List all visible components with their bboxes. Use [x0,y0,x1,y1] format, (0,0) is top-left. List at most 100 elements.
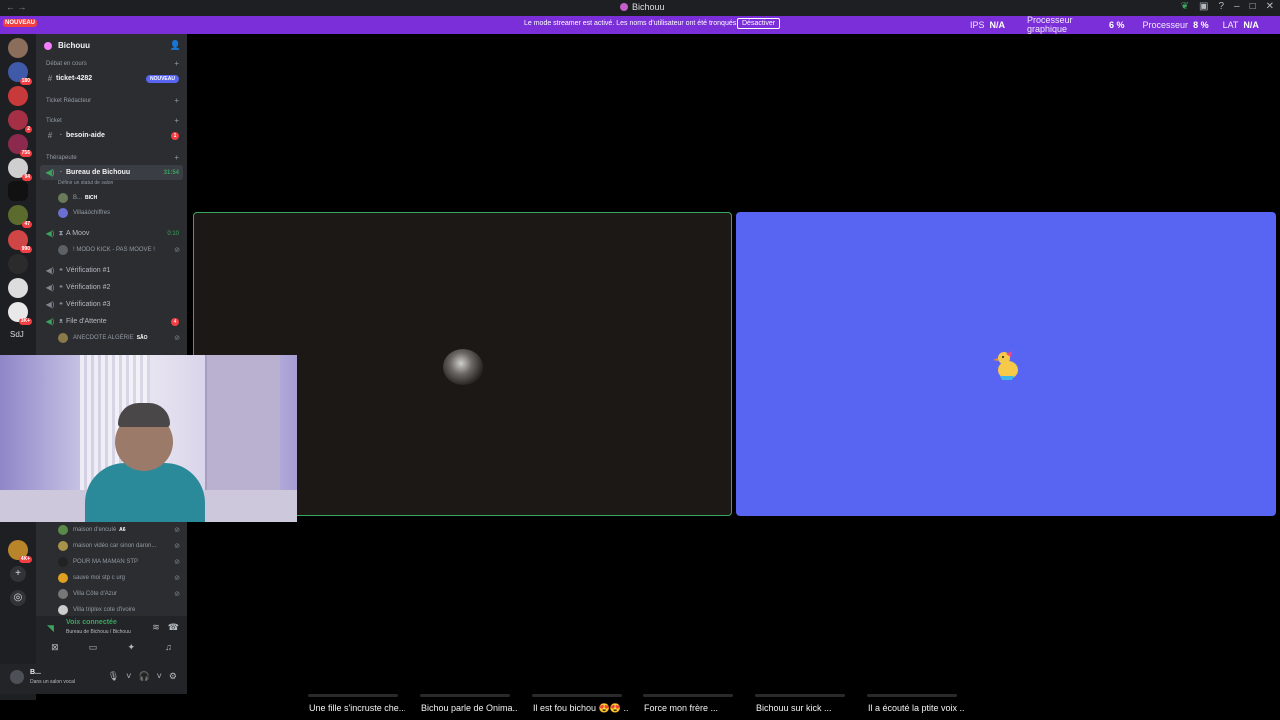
voice-member[interactable]: maison d'enculé A6 ⊘ [58,523,183,537]
voice-channel-bureau[interactable]: ◀) · Bureau de Bichouu 31:54 [40,165,183,180]
minimize-icon[interactable]: – [1234,1,1240,12]
chevron-down-icon[interactable]: ˅ [126,671,131,682]
streamer-message: Le mode streamer est activé. Les noms d'… [524,20,739,27]
soundboard-icon[interactable]: ♫ [165,642,172,653]
category-debat[interactable]: Débat en cours [46,61,87,67]
user-controls: 🎙 ˅ 🎧 ˅ ⚙ [108,671,177,682]
user-avatar[interactable] [10,670,24,684]
voice-channel-verif3[interactable]: ◀) ❝ Vérification #3 [40,297,183,312]
voice-member[interactable]: maison vidéo car sinon daron... ⊘ [58,539,183,553]
set-status-hint[interactable]: Définir un statut de salon [58,180,113,186]
activities-icon[interactable]: ✦ [127,642,135,653]
mic-icon[interactable]: 🎙 [108,671,119,682]
add-server-icon[interactable]: + [10,566,26,582]
voice-member[interactable]: POUR MA MAMAN STP ⊘ [58,555,183,569]
video-suggestion[interactable]: Une fille s'incruste che... [300,694,405,720]
avatar [58,605,68,615]
server-icon[interactable]: 180 [8,62,32,85]
stat-value: N/A [989,20,1006,30]
channel-ticket-4282[interactable]: # ticket-4282 NOUVEAU [40,71,183,86]
server-icon[interactable]: 4K+ [8,540,32,563]
server-badge: 756 [19,150,32,157]
voice-status-title[interactable]: Voix connectée [66,619,117,626]
voice-channel-verif2[interactable]: ◀) ❝ Vérification #2 [40,280,183,295]
video-suggestion[interactable]: Il est fou bichou 😍😍 ... [524,694,629,720]
stat-label: Processeur graphique [1027,15,1073,34]
voice-status-subtitle[interactable]: Bureau de Bichouu / Bichouu [66,629,131,635]
thumbnail-strip [755,694,845,697]
stat-label: LAT [1222,20,1239,30]
disconnect-icon[interactable]: ☎ [168,622,179,633]
door [205,355,280,495]
webcam-overlay [0,355,297,522]
server-icon[interactable] [8,38,28,58]
voice-connected-panel: ◥ Voix connectée Bureau de Bichouu / Bic… [36,616,187,664]
server-icon[interactable] [8,278,28,298]
avatar [58,573,68,583]
server-icon[interactable]: 3K+ [8,302,32,325]
new-badge: NOUVEAU [145,74,179,83]
thumbnail-strip [867,694,957,697]
deactivate-button[interactable]: Désactiver [737,18,781,29]
guild-header[interactable]: Bichouu 👤 [36,38,187,54]
add-channel-icon[interactable]: + [174,116,179,125]
voice-member[interactable]: Villaáóchiffres [58,206,183,220]
server-text-item[interactable]: SdJ [10,330,24,339]
voice-channel-verif1[interactable]: ◀) ❝ Vérification #1 [40,263,183,278]
speaker-icon: ◀) [45,266,55,275]
voice-member[interactable]: ! MODO KICK - PAS MOOVE ! ⊘ [58,243,183,257]
headphones-icon[interactable]: 🎧 [138,671,149,682]
discover-icon[interactable]: ◎ [10,590,26,606]
member-tag: A6 [119,527,126,533]
voice-tile[interactable] [736,212,1276,516]
category-ticket-redacteur[interactable]: Ticket Rédacteur [46,98,91,104]
voice-member[interactable]: B... BICH [58,191,183,205]
server-icon[interactable]: 756 [8,134,32,157]
voice-member[interactable]: ANECDOTE ALGÉRIE SÃO ⊘ [58,331,183,345]
voice-panel-actions: ≋ ☎ [152,622,179,633]
voice-member[interactable]: Villa Côte d'Azur ⊘ [58,587,183,601]
category-ticket[interactable]: Ticket [46,118,62,124]
screen-share-icon[interactable]: ▭ [89,642,98,653]
leaf-icon[interactable]: ❦ [1181,1,1189,12]
voice-member[interactable]: sauve moi stp c urg ⊘ [58,571,183,585]
speaker-icon: ◀) [45,283,55,292]
bullet-icon: · [59,132,63,139]
add-channel-icon[interactable]: + [174,59,179,68]
maximize-icon[interactable]: □ [1250,1,1256,12]
category-therapeute[interactable]: Thérapeute [46,155,77,161]
server-badge: 94 [22,174,32,181]
voice-member[interactable]: Villa triplex cote d'ivoire [58,603,183,617]
help-icon[interactable]: ? [1218,1,1224,12]
server-icon[interactable] [8,181,28,201]
server-icon[interactable]: 94 [8,158,32,181]
user-name[interactable]: B... [30,669,41,676]
video-suggestion[interactable]: Bichouu sur kick ... [747,694,852,720]
camera-off-icon[interactable]: ⊠ [51,642,59,653]
video-suggestion[interactable]: Bichou parle de Onima... [412,694,517,720]
invite-icon[interactable]: 👤 [170,40,181,51]
title-bar: ← → Bichouu ❦ ▣ ? – □ ✕ [0,0,1280,16]
video-suggestion[interactable]: Il a écouté la ptite voix ... [859,694,964,720]
window-title: Bichouu [620,2,665,12]
server-icon[interactable] [8,254,28,274]
voice-channel-amoov[interactable]: ◀) ⧗ A Moov 0:10 [40,226,183,241]
bear-icon: ᴥ [58,318,64,325]
add-channel-icon[interactable]: + [174,96,179,105]
channel-besoin-aide[interactable]: # · besoin-aide 1 [40,128,183,143]
server-icon[interactable]: 47 [8,205,32,228]
video-suggestion[interactable]: Force mon frère ... [635,694,740,720]
add-channel-icon[interactable]: + [174,153,179,162]
voice-channel-file-attente[interactable]: ◀) ᴥ File d'Attente 4 [40,314,183,329]
avatar [58,193,68,203]
server-icon[interactable] [8,86,28,106]
chevron-down-icon[interactable]: ˅ [157,671,162,682]
server-badge: 47 [22,221,32,228]
back-forward-icons[interactable]: ← → [6,2,27,12]
noise-suppression-icon[interactable]: ≋ [152,622,160,633]
server-icon[interactable]: 2 [8,110,32,133]
close-icon[interactable]: ✕ [1266,1,1274,12]
inbox-icon[interactable]: ▣ [1199,1,1208,12]
server-icon[interactable]: 990 [8,230,32,253]
settings-gear-icon[interactable]: ⚙ [169,671,177,682]
